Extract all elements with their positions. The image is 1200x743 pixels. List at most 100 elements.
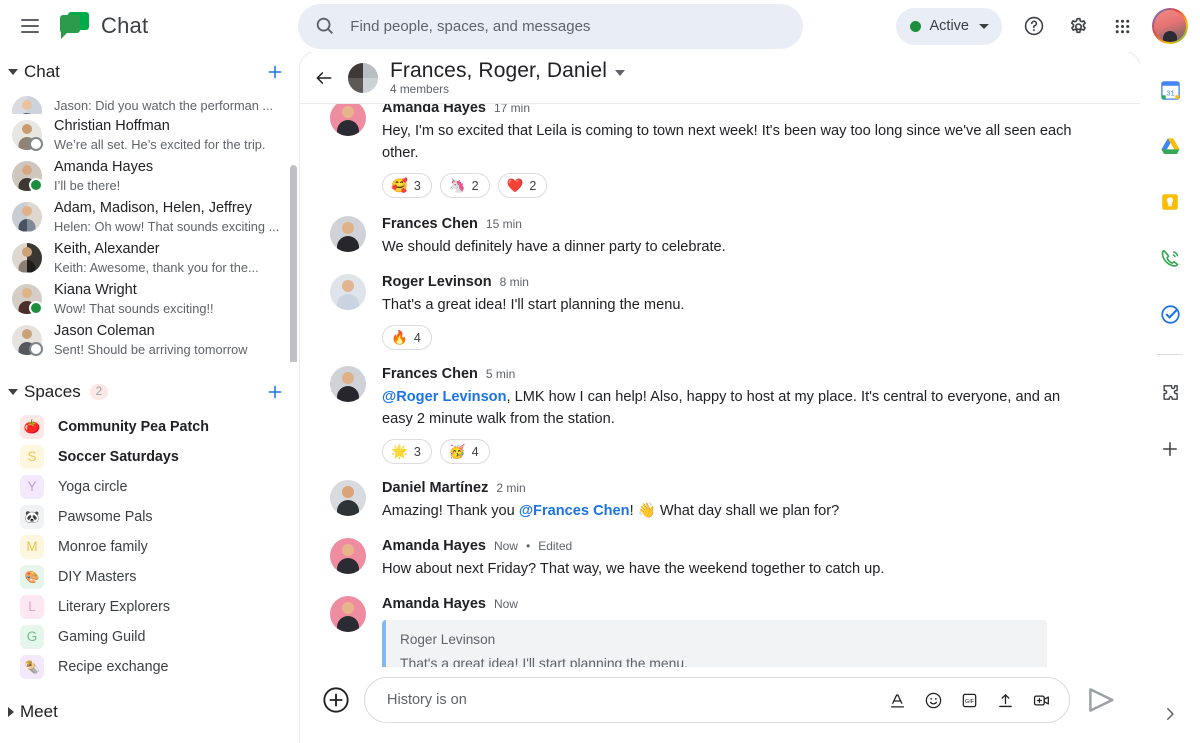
reaction-chip[interactable]: 🌟 3 bbox=[382, 439, 432, 464]
message-text: We should definitely have a dinner party… bbox=[382, 239, 726, 255]
list-item[interactable]: Keith, Alexander Keith: Awesome, thank y… bbox=[0, 237, 300, 278]
message-meta: Frances Chen 5 min bbox=[382, 364, 1110, 384]
space-label: Soccer Saturdays bbox=[58, 449, 179, 465]
upload-file-button[interactable] bbox=[989, 684, 1021, 716]
new-space-button[interactable] bbox=[258, 375, 292, 409]
avatar bbox=[12, 160, 43, 192]
mention-link[interactable]: @Frances Chen bbox=[519, 503, 630, 519]
format-text-button[interactable] bbox=[881, 684, 913, 716]
message-text: Amazing! Thank you @Frances Chen! 👋 What… bbox=[382, 500, 1082, 522]
keep-button[interactable] bbox=[1150, 182, 1190, 222]
mention-link[interactable]: @Roger Levinson bbox=[382, 389, 507, 405]
conversation-title-block: Frances, Roger, Daniel 4 members bbox=[390, 59, 625, 96]
drive-icon bbox=[1160, 137, 1180, 154]
meet-section-header[interactable]: Meet bbox=[0, 692, 300, 732]
triangle-right-icon[interactable] bbox=[8, 707, 14, 717]
message-input[interactable]: History is on GIF bbox=[364, 677, 1070, 723]
send-button[interactable] bbox=[1084, 683, 1118, 717]
gif-button[interactable]: GIF bbox=[953, 684, 985, 716]
list-item[interactable]: Jason: Did you watch the performan ... bbox=[0, 92, 300, 114]
addons-button[interactable] bbox=[1150, 373, 1190, 413]
tasks-button[interactable] bbox=[1150, 294, 1190, 334]
sidebar-item-yoga-circle[interactable]: Y Yoga circle bbox=[0, 472, 300, 502]
sidebar-item-soccer-saturdays[interactable]: S Soccer Saturdays bbox=[0, 442, 300, 472]
sidebar-item-community-pea-patch[interactable]: 🍅 Community Pea Patch bbox=[0, 412, 300, 442]
new-chat-button[interactable] bbox=[258, 55, 292, 89]
space-label: Literary Explorers bbox=[58, 599, 171, 615]
chevron-down-icon[interactable] bbox=[614, 70, 625, 76]
list-item[interactable]: Amanda Hayes I’ll be there! bbox=[0, 155, 300, 196]
account-avatar[interactable] bbox=[1152, 8, 1188, 44]
sidebar-item-monroe-family[interactable]: M Monroe family bbox=[0, 532, 300, 562]
chat-list-scrollbar[interactable] bbox=[290, 165, 297, 362]
expand-panel-button[interactable] bbox=[1153, 697, 1187, 731]
sidebar-item-pawsome-pals[interactable]: 🐼 Pawsome Pals bbox=[0, 502, 300, 532]
message-text: How about next Friday? That way, we have… bbox=[382, 561, 885, 577]
message-meta: Amanda Hayes Now bbox=[382, 594, 1110, 614]
search-input[interactable]: Find people, spaces, and messages bbox=[298, 3, 804, 49]
space-avatar-icon: M bbox=[20, 535, 44, 559]
space-avatar-icon: S bbox=[20, 445, 44, 469]
list-item[interactable]: Adam, Madison, Helen, Jeffrey Helen: Oh … bbox=[0, 196, 300, 237]
reaction-chip[interactable]: ❤️ 2 bbox=[497, 173, 548, 198]
emoji-button[interactable] bbox=[917, 684, 949, 716]
spaces-unread-badge: 2 bbox=[89, 384, 109, 400]
list-item[interactable]: Jason Coleman Sent! Should be arriving t… bbox=[0, 319, 300, 360]
google-chat-app: Chat Find people, spaces, and messages A… bbox=[0, 0, 1200, 743]
list-item[interactable]: Christian Hoffman We’re all set. He’s ex… bbox=[0, 114, 300, 155]
reaction-chip[interactable]: 🔥 4 bbox=[382, 325, 432, 350]
reaction-count: 2 bbox=[471, 178, 479, 193]
plus-circle-icon[interactable] bbox=[322, 686, 350, 714]
hamburger-menu-icon[interactable] bbox=[10, 6, 50, 46]
gear-icon bbox=[1070, 17, 1086, 33]
avatar bbox=[330, 538, 366, 574]
reaction-emoji: 🥰 bbox=[391, 177, 408, 193]
spaces-section-header[interactable]: Spaces 2 bbox=[0, 372, 300, 412]
chat-list[interactable]: Jason: Did you watch the performan ... C… bbox=[0, 92, 300, 362]
chat-section-header[interactable]: Chat bbox=[0, 52, 300, 92]
presence-status-button[interactable]: Active bbox=[895, 7, 1002, 45]
svg-text:GIF: GIF bbox=[964, 698, 974, 704]
avatar bbox=[330, 366, 366, 402]
drive-button[interactable] bbox=[1150, 126, 1190, 166]
chevron-right-icon bbox=[1167, 708, 1174, 720]
space-label: Gaming Guild bbox=[58, 629, 146, 645]
apps-button[interactable] bbox=[1102, 6, 1142, 46]
space-label: Pawsome Pals bbox=[58, 509, 153, 525]
list-item-snippet: Sent! Should be arriving tomorrow bbox=[54, 341, 248, 357]
space-avatar-icon: 🍅 bbox=[20, 415, 44, 439]
video-meeting-button[interactable] bbox=[1025, 684, 1057, 716]
brand[interactable]: Chat bbox=[60, 12, 148, 40]
format-text-icon bbox=[890, 693, 904, 707]
back-button[interactable] bbox=[306, 60, 342, 96]
message-timestamp: 8 min bbox=[499, 275, 529, 289]
triangle-down-icon[interactable] bbox=[8, 389, 18, 395]
conversation-title-button[interactable]: Frances, Roger, Daniel bbox=[390, 59, 625, 83]
puzzle-piece-icon bbox=[1163, 385, 1178, 400]
triangle-down-icon[interactable] bbox=[8, 69, 18, 75]
message-timestamp: Now bbox=[493, 597, 518, 611]
sidebar-item-recipe-exchange[interactable]: 🌯 Recipe exchange bbox=[0, 652, 300, 682]
reaction-chip[interactable]: 🥰 3 bbox=[382, 173, 432, 198]
composer-actions: GIF bbox=[881, 684, 1057, 716]
add-panel-button[interactable] bbox=[1150, 429, 1190, 469]
plus-icon bbox=[268, 65, 282, 79]
message-author: Frances Chen bbox=[382, 366, 478, 382]
settings-button[interactable] bbox=[1058, 6, 1098, 46]
avatar bbox=[12, 324, 43, 356]
google-chat-logo bbox=[60, 12, 90, 40]
voice-button[interactable] bbox=[1150, 238, 1190, 278]
list-item[interactable]: Kiana Wright Wow! That sounds exciting!! bbox=[0, 278, 300, 319]
avatar bbox=[12, 96, 42, 114]
message-list[interactable]: Amanda Hayes 17 min Hey, I'm so excited … bbox=[300, 104, 1140, 667]
space-label: Recipe exchange bbox=[58, 659, 169, 675]
reaction-chip[interactable]: 🥳 4 bbox=[439, 439, 490, 464]
quoted-message[interactable]: Roger Levinson That's a great idea! I'll… bbox=[382, 620, 1047, 667]
sidebar-item-literary-explorers[interactable]: L Literary Explorers bbox=[0, 592, 300, 622]
reaction-chip[interactable]: 🦄 2 bbox=[439, 173, 490, 198]
sidebar-item-gaming-guild[interactable]: G Gaming Guild bbox=[0, 622, 300, 652]
sidebar-item-diy-masters[interactable]: 🎨 DIY Masters bbox=[0, 562, 300, 592]
help-button[interactable] bbox=[1014, 6, 1054, 46]
brand-title: Chat bbox=[101, 13, 149, 38]
calendar-button[interactable]: 31 bbox=[1150, 70, 1190, 110]
